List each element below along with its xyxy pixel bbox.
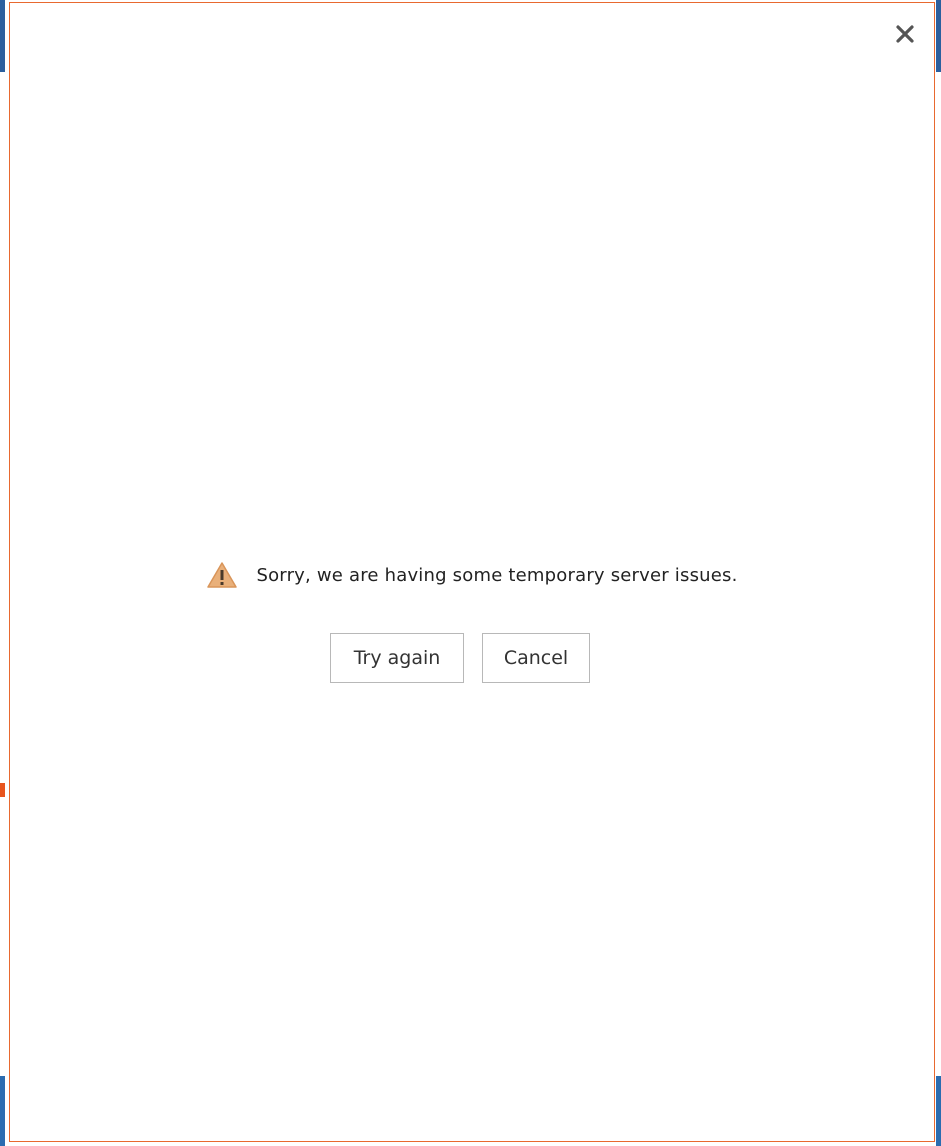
background-page-edge: [936, 1076, 941, 1146]
warning-icon: [207, 562, 238, 588]
cancel-button[interactable]: Cancel: [482, 633, 590, 683]
error-dialog: Sorry, we are having some temporary serv…: [9, 2, 935, 1142]
close-button[interactable]: [892, 21, 918, 47]
error-message-row: Sorry, we are having some temporary serv…: [10, 561, 934, 589]
background-page-edge: [0, 1076, 5, 1146]
background-page-edge: [936, 0, 941, 72]
dialog-actions: Try again Cancel: [10, 633, 934, 683]
error-message: Sorry, we are having some temporary serv…: [256, 564, 738, 586]
background-page-edge: [0, 0, 5, 72]
close-icon: [896, 25, 914, 43]
background-page-edge: [0, 783, 5, 797]
try-again-button[interactable]: Try again: [330, 633, 464, 683]
